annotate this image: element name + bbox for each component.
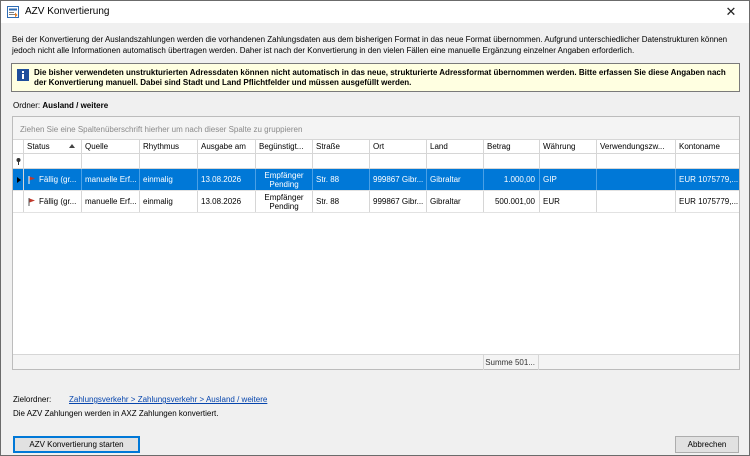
cell-status: Fällig (gr... <box>24 169 82 190</box>
info-text: Die bisher verwendeten unstrukturierten … <box>34 68 726 87</box>
target-folder-label: Zielordner: <box>13 395 52 404</box>
cell-rhythmus: einmalig <box>140 169 198 190</box>
cell-strasse: Str. 88 <box>313 191 370 212</box>
column-header-label: Quelle <box>85 142 109 151</box>
group-hint-text: Ziehen Sie eine Spaltenüberschrift hierh… <box>20 125 303 134</box>
group-panel[interactable]: Ziehen Sie eine Spaltenüberschrift hierh… <box>13 117 739 140</box>
conversion-note: Die AZV Zahlungen werden in AXZ Zahlunge… <box>13 409 219 418</box>
info-box: Die bisher verwendeten unstrukturierten … <box>11 63 740 92</box>
row-indicator <box>13 169 24 190</box>
cell-verwendungszweck <box>597 191 676 212</box>
cell-status: Fällig (gr... <box>24 191 82 212</box>
app-icon <box>7 6 19 18</box>
column-header-verwendungszweck[interactable]: Verwendungszw... <box>597 140 676 153</box>
column-header-waehrung[interactable]: Währung <box>540 140 597 153</box>
column-header-label: Straße <box>316 142 341 151</box>
filter-cell-strasse[interactable] <box>313 154 370 168</box>
filter-cell-verwendungszweck[interactable] <box>597 154 676 168</box>
column-header-ausgabe[interactable]: Ausgabe am <box>198 140 256 153</box>
folder-line: Ordner: Ausland / weitere <box>13 101 108 110</box>
column-header-label: Status <box>27 142 50 151</box>
filter-cell-rhythmus[interactable] <box>140 154 198 168</box>
cell-beguenstigter: Empfänger Pending <box>256 191 313 212</box>
row-indicator <box>13 191 24 212</box>
cell-waehrung: EUR <box>540 191 597 212</box>
sort-ascending-icon <box>69 144 75 148</box>
status-text: Fällig (gr... <box>39 175 77 184</box>
cell-land: Gibraltar <box>427 191 484 212</box>
info-icon <box>17 69 29 81</box>
status-flag-icon <box>28 176 35 184</box>
column-header-label: Ort <box>373 142 385 151</box>
target-folder-link[interactable]: Zahlungsverkehr > Zahlungsverkehr > Ausl… <box>69 395 267 404</box>
row-indicator-header <box>13 140 24 153</box>
column-header-kontoname[interactable]: Kontoname <box>676 140 739 153</box>
close-button[interactable]: ✕ <box>713 1 749 23</box>
column-header-quelle[interactable]: Quelle <box>82 140 140 153</box>
column-header-status[interactable]: Status <box>24 140 82 153</box>
payments-grid[interactable]: Ziehen Sie eine Spaltenüberschrift hierh… <box>12 116 740 370</box>
cell-ort: 999867 Gibr... <box>370 191 427 212</box>
filter-cell-status[interactable] <box>24 154 82 168</box>
column-header-label: Ausgabe am <box>201 142 246 151</box>
status-flag-icon <box>28 198 35 206</box>
start-conversion-button[interactable]: AZV Konvertierung starten <box>13 436 140 453</box>
sum-betrag: Summe 501... <box>483 355 539 370</box>
summary-footer: Summe 501... <box>13 354 739 370</box>
cell-strasse: Str. 88 <box>313 169 370 190</box>
column-header-label: Betrag <box>487 142 511 151</box>
column-header-strasse[interactable]: Straße <box>313 140 370 153</box>
filter-cell-kontoname[interactable] <box>676 154 739 168</box>
column-header-label: Land <box>430 142 448 151</box>
cell-kontoname: EUR 1075779,... <box>679 175 739 184</box>
cell-ausgabe: 13.08.2026 <box>198 169 256 190</box>
cell-verwendungszweck <box>597 169 676 190</box>
column-header-label: Kontoname <box>679 142 720 151</box>
column-header-rhythmus[interactable]: Rhythmus <box>140 140 198 153</box>
filter-cell-quelle[interactable] <box>82 154 140 168</box>
column-header-betrag[interactable]: Betrag <box>484 140 540 153</box>
filter-cell-ort[interactable] <box>370 154 427 168</box>
column-header-label: Rhythmus <box>143 142 180 151</box>
intro-text: Bei der Konvertierung der Auslandszahlun… <box>12 35 728 55</box>
folder-label: Ordner: <box>13 101 41 110</box>
filter-cell-beguenstigter[interactable] <box>256 154 313 168</box>
cell-beguenstigter: Empfänger Pending <box>256 169 313 190</box>
current-row-icon <box>17 177 21 183</box>
cell-kontoname: EUR 1075779,... <box>679 197 739 206</box>
cell-quelle: manuelle Erf... <box>82 169 140 190</box>
filter-cell-waehrung[interactable] <box>540 154 597 168</box>
dialog-window: AZV Konvertierung ✕ Bei der Konvertierun… <box>0 0 750 456</box>
cell-betrag: 1.000,00 <box>484 169 540 190</box>
column-header-land[interactable]: Land <box>427 140 484 153</box>
table-row[interactable]: Fällig (gr... manuelle Erf... einmalig 1… <box>13 191 739 213</box>
window-title: AZV Konvertierung <box>25 6 110 17</box>
filter-pin-icon <box>16 158 21 165</box>
column-header-label: Währung <box>543 142 576 151</box>
table-row[interactable]: Fällig (gr... manuelle Erf... einmalig 1… <box>13 169 739 191</box>
status-text: Fällig (gr... <box>39 197 77 206</box>
filter-cell-land[interactable] <box>427 154 484 168</box>
cancel-button[interactable]: Abbrechen <box>675 436 739 453</box>
cell-rhythmus: einmalig <box>140 191 198 212</box>
cell-betrag: 500.001,00 <box>484 191 540 212</box>
filter-indicator <box>13 154 24 168</box>
cell-ausgabe: 13.08.2026 <box>198 191 256 212</box>
column-header-beguenstigter[interactable]: Begünstigt... <box>256 140 313 153</box>
column-header-ort[interactable]: Ort <box>370 140 427 153</box>
title-bar: AZV Konvertierung ✕ <box>1 1 749 23</box>
dialog-content: Bei der Konvertierung der Auslandszahlun… <box>1 23 749 455</box>
cell-ort: 999867 Gibr... <box>370 169 427 190</box>
folder-value: Ausland / weitere <box>42 101 109 110</box>
cell-land: Gibraltar <box>427 169 484 190</box>
filter-row <box>13 154 739 169</box>
cell-waehrung: GIP <box>540 169 597 190</box>
filter-cell-ausgabe[interactable] <box>198 154 256 168</box>
column-header-row: Status Quelle Rhythmus Ausgabe am Begüns… <box>13 140 739 154</box>
column-header-label: Begünstigt... <box>259 142 304 151</box>
filter-cell-betrag[interactable] <box>484 154 540 168</box>
column-header-label: Verwendungszw... <box>600 142 665 151</box>
cell-quelle: manuelle Erf... <box>82 191 140 212</box>
close-icon: ✕ <box>725 4 737 19</box>
